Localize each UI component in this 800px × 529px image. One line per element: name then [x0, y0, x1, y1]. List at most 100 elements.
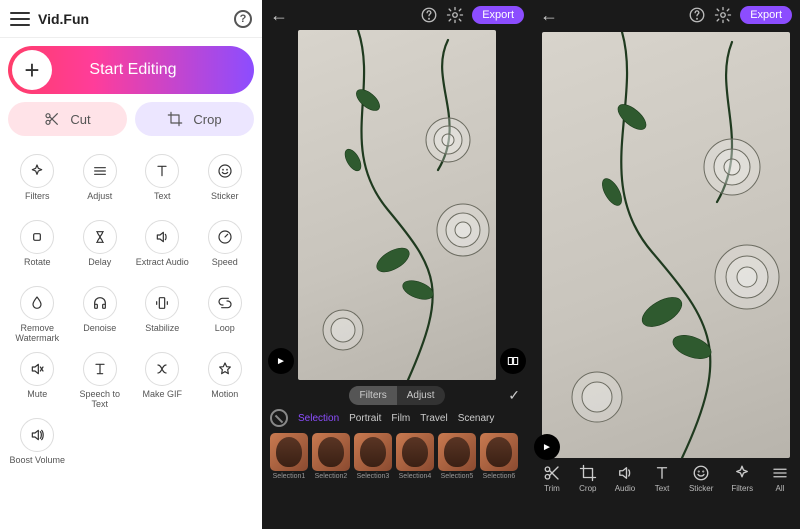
tool-extract-audio[interactable]: Extract Audio — [131, 220, 194, 284]
tool-mute[interactable]: Mute — [6, 352, 69, 416]
editor-header: ← Export — [262, 0, 532, 30]
tool-sticker[interactable]: Sticker — [194, 154, 257, 218]
start-label: Start Editing — [52, 61, 254, 79]
category-selection[interactable]: Selection — [298, 413, 339, 424]
droplet-icon — [29, 295, 45, 311]
hourglass-icon — [92, 229, 108, 245]
back-icon[interactable]: ← — [270, 5, 288, 26]
crop-label: Crop — [193, 112, 221, 127]
audio-icon — [616, 464, 634, 482]
filter-thumb[interactable]: Selection3 — [354, 433, 392, 480]
audio-icon — [154, 229, 170, 245]
gif-icon — [154, 361, 170, 377]
bottom-tool-filters[interactable]: Filters — [731, 464, 753, 493]
bottom-tool-all[interactable]: All — [771, 464, 789, 493]
volume-icon — [29, 427, 45, 443]
tool-speech-to-text[interactable]: Speech to Text — [69, 352, 132, 416]
home-header: Vid.Fun ? — [0, 0, 262, 38]
text-icon — [653, 464, 671, 482]
filter-thumbnails: Selection1 Selection2 Selection3 Selecti… — [262, 431, 532, 486]
tool-make-gif[interactable]: Make GIF — [131, 352, 194, 416]
tool-grid: Filters Adjust Text Sticker Rotate Delay… — [0, 144, 262, 529]
settings-icon[interactable] — [446, 6, 464, 24]
play-button[interactable]: ► — [534, 434, 560, 460]
tool-denoise[interactable]: Denoise — [69, 286, 132, 350]
sliders-icon — [92, 163, 108, 179]
help-icon[interactable] — [688, 6, 706, 24]
filter-thumb[interactable]: Selection4 — [396, 433, 434, 480]
tool-text[interactable]: Text — [131, 154, 194, 218]
tool-loop[interactable]: Loop — [194, 286, 257, 350]
tool-delay[interactable]: Delay — [69, 220, 132, 284]
no-filter-icon[interactable] — [270, 409, 288, 427]
export-button[interactable]: Export — [472, 6, 524, 24]
editor-header: ← Export — [532, 0, 800, 30]
bottom-tool-sticker[interactable]: Sticker — [689, 464, 713, 493]
compare-button[interactable] — [500, 348, 526, 374]
tool-adjust[interactable]: Adjust — [69, 154, 132, 218]
start-editing-button[interactable]: + Start Editing — [8, 46, 254, 94]
rotate-icon — [29, 229, 45, 245]
video-preview[interactable] — [542, 32, 790, 458]
smile-icon — [692, 464, 710, 482]
tool-speed[interactable]: Speed — [194, 220, 257, 284]
help-icon[interactable]: ? — [234, 10, 252, 28]
video-preview[interactable] — [298, 30, 496, 380]
editor-main-panel: ← Export ► Trim Crop Audio Text Sticker — [532, 0, 800, 529]
plus-icon: + — [12, 50, 52, 90]
tab-adjust[interactable]: Adjust — [397, 386, 445, 405]
tool-filters[interactable]: Filters — [6, 154, 69, 218]
mute-icon — [29, 361, 45, 377]
stabilize-icon — [154, 295, 170, 311]
category-portrait[interactable]: Portrait — [349, 413, 381, 424]
bottom-tool-trim[interactable]: Trim — [543, 464, 561, 493]
filter-thumb[interactable]: Selection5 — [438, 433, 476, 480]
category-film[interactable]: Film — [391, 413, 410, 424]
sparkle-icon — [29, 163, 45, 179]
help-icon[interactable] — [420, 6, 438, 24]
tool-stabilize[interactable]: Stabilize — [131, 286, 194, 350]
app-title: Vid.Fun — [38, 11, 234, 27]
category-scenary[interactable]: Scenary — [458, 413, 495, 424]
confirm-icon[interactable]: ✓ — [508, 387, 520, 404]
bottom-tool-crop[interactable]: Crop — [579, 464, 597, 493]
filter-categories: Selection Portrait Film Travel Scenary — [262, 409, 532, 431]
export-button[interactable]: Export — [740, 6, 792, 24]
crop-button[interactable]: Crop — [135, 102, 254, 136]
filter-mode-tabs: Filters Adjust ✓ — [262, 386, 532, 405]
bottom-toolbar: Trim Crop Audio Text Sticker Filters All — [532, 458, 800, 499]
filter-thumb[interactable]: Selection1 — [270, 433, 308, 480]
settings-icon[interactable] — [714, 6, 732, 24]
tool-remove-watermark[interactable]: Remove Watermark — [6, 286, 69, 350]
star-icon — [217, 361, 233, 377]
tool-rotate[interactable]: Rotate — [6, 220, 69, 284]
tool-boost-volume[interactable]: Boost Volume — [6, 418, 69, 482]
bottom-tool-text[interactable]: Text — [653, 464, 671, 493]
filter-thumb[interactable]: Selection2 — [312, 433, 350, 480]
tool-motion[interactable]: Motion — [194, 352, 257, 416]
loop-icon — [217, 295, 233, 311]
crop-icon — [579, 464, 597, 482]
filter-thumb[interactable]: Selection6 — [480, 433, 518, 480]
speed-icon — [217, 229, 233, 245]
floral-art — [542, 32, 790, 458]
smile-icon — [217, 163, 233, 179]
text-icon — [154, 163, 170, 179]
menu-icon[interactable] — [10, 12, 30, 26]
editor-filters-panel: ← Export ► Filters — [262, 0, 532, 529]
back-icon[interactable]: ← — [540, 5, 558, 26]
preview-area: ► — [532, 30, 800, 458]
tab-filters[interactable]: Filters — [349, 386, 396, 405]
home-panel: Vid.Fun ? + Start Editing Cut Crop Filte… — [0, 0, 262, 529]
crop-icon — [167, 111, 183, 127]
cut-label: Cut — [70, 112, 90, 127]
category-travel[interactable]: Travel — [420, 413, 447, 424]
bottom-tool-audio[interactable]: Audio — [615, 464, 635, 493]
cut-button[interactable]: Cut — [8, 102, 127, 136]
preview-area: ► — [262, 30, 532, 380]
scissors-icon — [44, 111, 60, 127]
speech-icon — [92, 361, 108, 377]
sparkle-icon — [733, 464, 751, 482]
floral-art — [298, 30, 496, 380]
play-button[interactable]: ► — [268, 348, 294, 374]
